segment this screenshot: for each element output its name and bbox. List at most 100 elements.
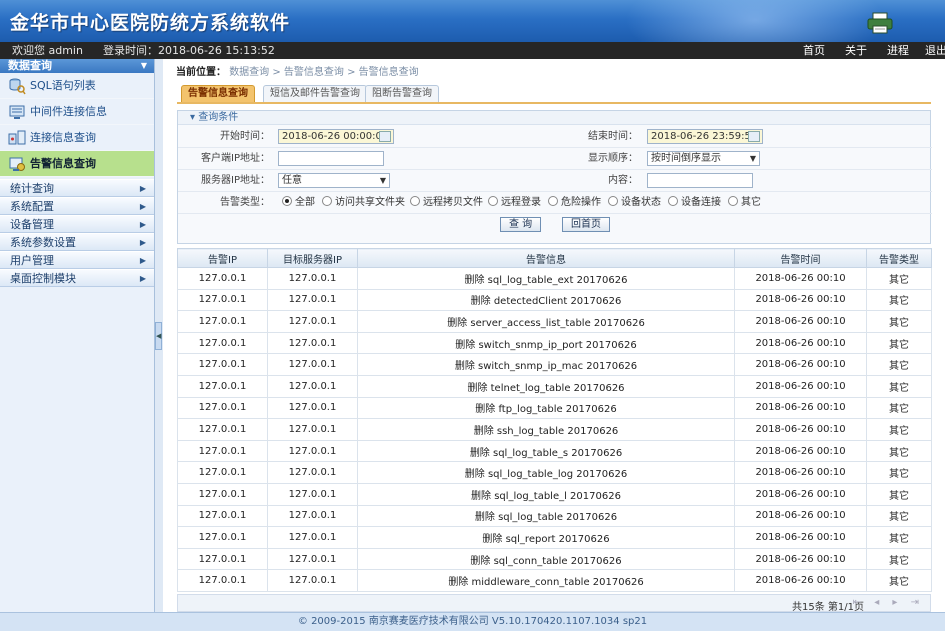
table-cell: 删除 ssh_log_table 20170626 [357,418,735,441]
table-cell: 127.0.0.1 [267,396,358,420]
tab-sms-email-alarm[interactable]: 短信及邮件告警查询 [263,85,367,102]
table-row[interactable]: 127.0.0.1 127.0.0.1 删除 telnet_log_table 20… [177,374,932,398]
calendar-icon[interactable] [748,131,760,142]
chevron-right-icon: ▶ [139,274,146,283]
calendar-icon[interactable] [379,131,391,142]
table-row[interactable]: 127.0.0.1 127.0.0.1 删除 sql_log_table_log 2… [177,461,932,484]
table-row[interactable]: 127.0.0.1 127.0.0.1 删除 server_access_list_… [177,310,932,333]
table-cell: 2018-06-26 00:10 [734,288,867,312]
display-order-select[interactable]: 按时间倒序显示 ▼ [647,151,760,166]
radio-device-status[interactable]: 设备状态 [608,196,661,210]
radio-button[interactable] [548,196,558,206]
sidebar-item-alarm-query[interactable]: 告警信息查询 [0,151,154,177]
table-cell: 删除 switch_snmp_ip_port 20170626 [357,331,735,355]
table-row[interactable]: 127.0.0.1 127.0.0.1 删除 sql_conn_table 2017… [177,547,932,571]
table-cell: 127.0.0.1 [177,569,268,592]
table-cell: 删除 sql_log_table_log 20170626 [357,461,735,484]
radio-device-connect[interactable]: 设备连接 [668,196,721,210]
radio-button[interactable] [410,196,420,206]
table-cell: 其它 [866,547,932,571]
table-cell: 127.0.0.1 [267,267,358,290]
column-header[interactable]: 告警时间 [734,248,867,268]
table-cell: 其它 [866,331,932,355]
table-row[interactable]: 127.0.0.1 127.0.0.1 删除 sql_report 20170626… [177,526,932,549]
sidebar-cat-stats[interactable]: 统计查询 ▶ [0,179,154,197]
client-ip-input[interactable] [278,151,384,166]
tab-block-alarm[interactable]: 阻断告警查询 [365,85,439,102]
sidebar-cat-label: 系统参数设置 [10,236,76,249]
radio-dangerous-op[interactable]: 危险操作 [548,196,601,210]
radio-remote-copy[interactable]: 远程拷贝文件 [410,196,483,210]
table-row[interactable]: 127.0.0.1 127.0.0.1 删除 ftp_log_table 20170… [177,396,932,420]
column-header[interactable]: 告警信息 [357,248,735,268]
table-cell: 其它 [866,418,932,441]
column-header[interactable]: 告警类型 [866,248,932,268]
table-row[interactable]: 127.0.0.1 127.0.0.1 删除 detectedClient 2017… [177,288,932,312]
sidebar-item-connection[interactable]: 连接信息查询 [0,125,154,151]
radio-share-folder[interactable]: 访问共享文件夹 [322,196,405,210]
nav-home[interactable]: 首页 [803,42,825,59]
table-row[interactable]: 127.0.0.1 127.0.0.1 删除 sql_log_table_l 201… [177,482,932,506]
nav-logout[interactable]: 退出 [925,42,945,59]
middleware-icon [9,105,25,119]
table-cell: 127.0.0.1 [267,482,358,506]
radio-button[interactable] [728,196,738,206]
start-time-field[interactable]: 2018-06-26 00:00:00 [278,129,394,144]
query-button[interactable]: 查 询 [500,217,542,232]
nav-process[interactable]: 进程 [887,42,909,59]
table-row[interactable]: 127.0.0.1 127.0.0.1 删除 switch_snmp_ip_port… [177,331,932,355]
table-cell: 其它 [866,439,932,463]
radio-button[interactable] [608,196,618,206]
filter-title: 查询条件 [198,112,239,123]
table-cell: 2018-06-26 00:10 [734,526,867,549]
sidebar-cat-devices[interactable]: 设备管理 ▶ [0,215,154,233]
radio-button[interactable] [322,196,332,206]
table-row[interactable]: 127.0.0.1 127.0.0.1 删除 sql_log_table_s 201… [177,439,932,463]
table-body: 127.0.0.1 127.0.0.1 删除 sql_log_table_ext 2… [177,267,932,592]
table-header-row: 告警IP 目标服务器IP 告警信息 告警时间 告警类型 [177,248,932,268]
printer-icon[interactable] [867,12,893,34]
sidebar-cat-desktop[interactable]: 桌面控制模块 ▶ [0,269,154,287]
radio-button-selected[interactable] [282,196,292,206]
radio-label: 设备状态 [621,197,661,208]
sidebar-item-sql-list[interactable]: SQL语句列表 [0,73,154,99]
table-cell: 删除 middleware_conn_table 20170626 [357,569,735,592]
tab-alarm-query[interactable]: 告警信息查询 [181,85,255,102]
radio-button[interactable] [668,196,678,206]
sidebar: 数据查询 ▼ SQL语句列表 中间件连接信息 连接信息查询 告警信息查询 统计查… [0,59,155,612]
home-button[interactable]: 回首页 [562,217,610,232]
table-cell: 其它 [866,461,932,484]
radio-other[interactable]: 其它 [728,196,761,210]
content-input[interactable] [647,173,753,188]
sidebar-item-middleware[interactable]: 中间件连接信息 [0,99,154,125]
sidebar-cat-users[interactable]: 用户管理 ▶ [0,251,154,269]
nav-about[interactable]: 关于 [845,42,867,59]
table-cell: 其它 [866,267,932,290]
table-cell: 127.0.0.1 [177,547,268,571]
radio-remote-login[interactable]: 远程登录 [488,196,541,210]
sidebar-collapse-toggle[interactable]: ◀ [155,322,162,350]
table-row[interactable]: 127.0.0.1 127.0.0.1 删除 middleware_conn_tab… [177,569,932,592]
radio-button[interactable] [488,196,498,206]
table-row[interactable]: 127.0.0.1 127.0.0.1 删除 ssh_log_table 20170… [177,418,932,441]
sidebar-cat-label: 统计查询 [10,182,54,195]
sidebar-cat-params[interactable]: 系统参数设置 ▶ [0,233,154,251]
table-row[interactable]: 127.0.0.1 127.0.0.1 删除 sql_log_table_ext 2… [177,267,932,290]
table-cell: 删除 switch_snmp_ip_mac 20170626 [357,353,735,376]
pager-nav-icons[interactable]: ⇤ ◂ ▸ ⇥ [853,597,924,608]
table-cell: 127.0.0.1 [177,418,268,441]
column-header[interactable]: 目标服务器IP [267,248,358,268]
sidebar-cat-config[interactable]: 系统配置 ▶ [0,197,154,215]
table-cell: 其它 [866,504,932,528]
sidebar-group-title[interactable]: 数据查询 ▼ [0,59,154,73]
filter-panel-title: ▾ 查询条件 [178,111,930,125]
table-row[interactable]: 127.0.0.1 127.0.0.1 删除 switch_snmp_ip_mac … [177,353,932,376]
table-cell: 2018-06-26 00:10 [734,396,867,420]
radio-all[interactable]: 全部 [282,196,315,210]
end-time-field[interactable]: 2018-06-26 23:59:59 [647,129,763,144]
server-ip-select[interactable]: 任意 ▼ [278,173,390,188]
column-header[interactable]: 告警IP [177,248,268,268]
filter-row-buttons: 查 询 回首页 [178,214,932,236]
table-row[interactable]: 127.0.0.1 127.0.0.1 删除 sql_log_table 20170… [177,504,932,528]
table-cell: 127.0.0.1 [267,418,358,441]
